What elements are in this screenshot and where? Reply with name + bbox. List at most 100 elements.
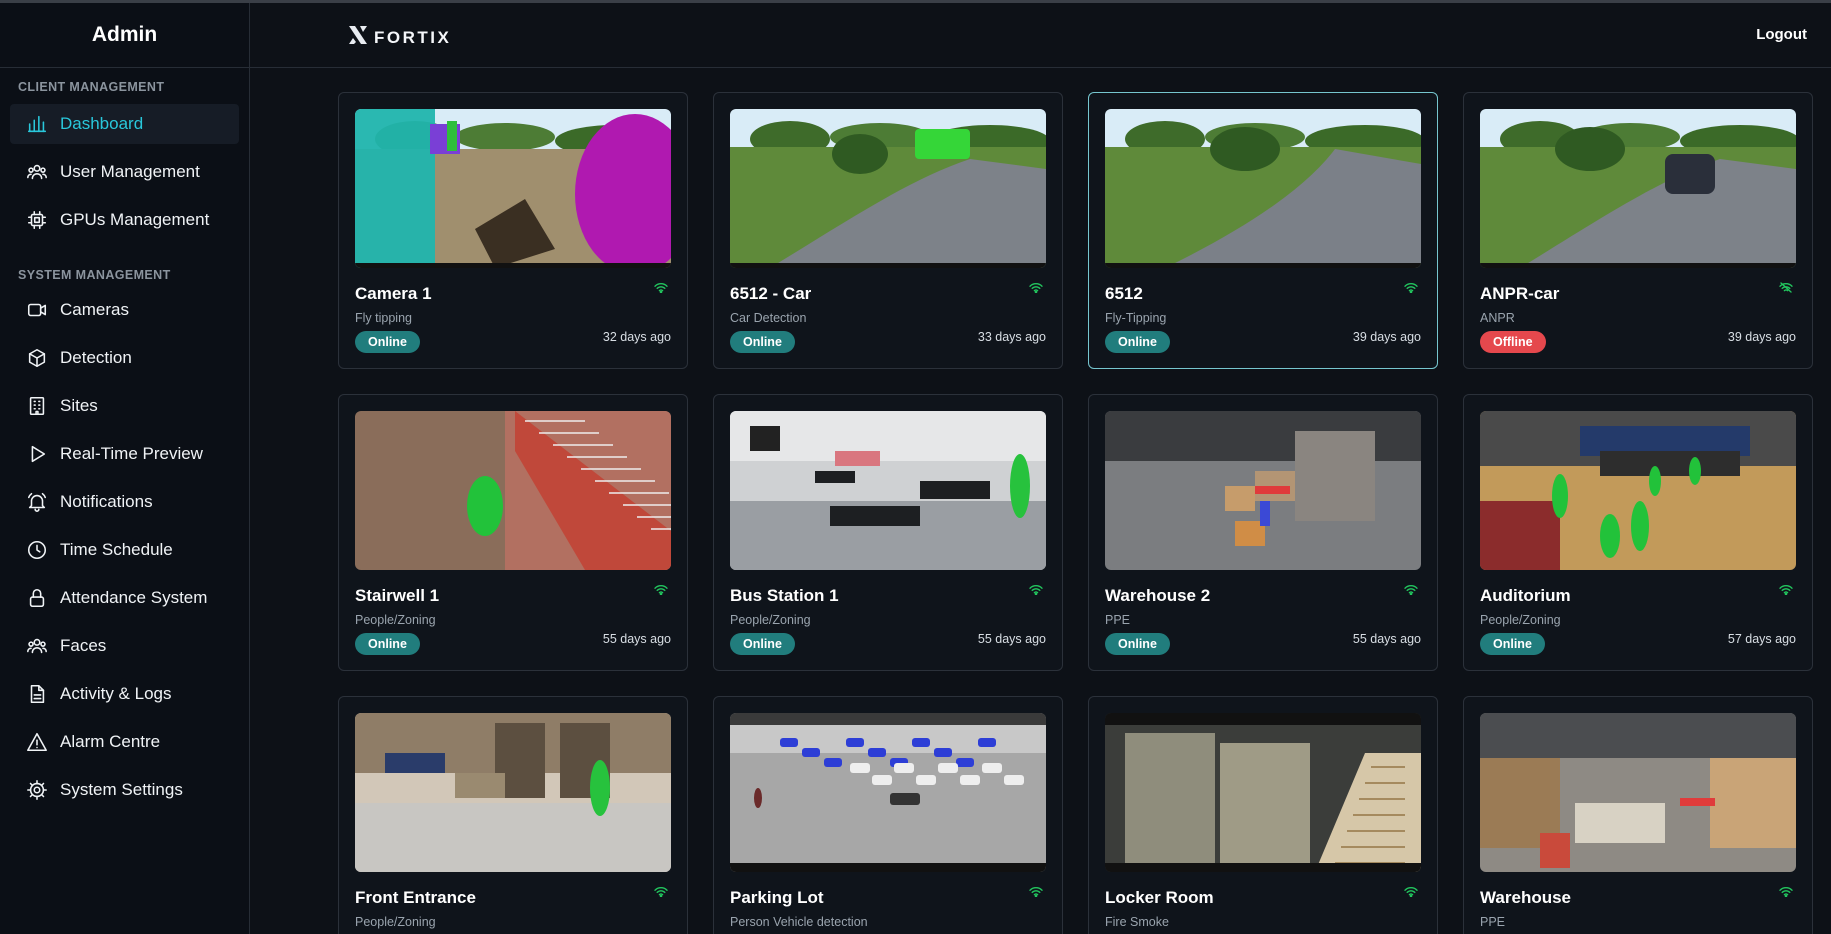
wifi-off-icon — [1779, 282, 1793, 293]
camera-card[interactable]: Front EntrancePeople/ZoningOnline — [338, 696, 688, 934]
camera-card[interactable]: 6512 - Car Car Detection Online 33 days ago — [713, 92, 1063, 369]
camera-name: Warehouse — [1480, 888, 1572, 907]
camera-thumbnail[interactable] — [1480, 109, 1796, 268]
sidebar-item-label: Attendance System — [60, 588, 208, 607]
wifi-icon — [1029, 282, 1043, 293]
sidebar-item-label: Real-Time Preview — [60, 444, 203, 463]
camera-card[interactable]: Parking LotPerson Vehicle detectionOnlin… — [713, 696, 1063, 934]
sidebar-item-cameras[interactable]: Cameras — [10, 290, 239, 330]
camera-name: ANPR-car — [1480, 284, 1560, 303]
status-badge: Online — [1105, 331, 1170, 353]
wifi-icon — [654, 584, 668, 595]
wifi-icon — [1779, 886, 1793, 897]
status-badge: Online — [355, 633, 420, 655]
fortix-logo[interactable]: FORTIX — [346, 23, 451, 52]
sidebar-item-label: User Management — [60, 162, 200, 181]
wifi-icon — [1404, 282, 1418, 293]
lock-icon — [26, 587, 48, 609]
camera-card[interactable]: 6512 Fly-Tipping Online 39 days ago — [1088, 92, 1438, 369]
camera-card[interactable]: Bus Station 1 People/Zoning Online 55 days … — [713, 394, 1063, 671]
camera-thumbnail[interactable] — [1480, 411, 1796, 570]
camera-name: Camera 1 — [355, 284, 432, 303]
logout-button[interactable]: Logout — [1756, 26, 1807, 43]
camera-name: Auditorium — [1480, 586, 1571, 605]
sidebar-item-gpus-management[interactable]: GPUs Management — [10, 200, 239, 240]
status-badge: Online — [1480, 633, 1545, 655]
fortix-logo-text: FORTIX — [374, 27, 452, 47]
sidebar-item-faces[interactable]: Faces — [10, 626, 239, 666]
camera-thumbnail[interactable] — [1105, 713, 1421, 872]
document-icon — [26, 683, 48, 705]
sidebar-item-real-time-preview[interactable]: Real-Time Preview — [10, 434, 239, 474]
sidebar-item-sites[interactable]: Sites — [10, 386, 239, 426]
camera-detection-type: Car Detection — [730, 311, 807, 325]
camera-name: Front Entrance — [355, 888, 476, 907]
camera-card[interactable]: Locker RoomFire SmokeOnline — [1088, 696, 1438, 934]
wifi-icon — [1029, 886, 1043, 897]
sidebar-item-label: Alarm Centre — [60, 732, 161, 751]
video-icon — [26, 299, 48, 321]
camera-detection-type: People/Zoning — [1480, 613, 1561, 627]
sidebar-item-attendance-system[interactable]: Attendance System — [10, 578, 239, 618]
camera-detection-type: Person Vehicle detection — [730, 915, 868, 929]
sidebar-item-label: System Settings — [60, 780, 183, 799]
status-badge: Online — [730, 633, 795, 655]
sidebar-item-label: Faces — [60, 636, 107, 655]
sidebar-item-label: Notifications — [60, 492, 153, 511]
camera-thumbnail[interactable] — [1105, 109, 1421, 268]
wifi-icon — [654, 886, 668, 897]
camera-thumbnail[interactable] — [1105, 411, 1421, 570]
sidebar-brand: Admin — [0, 3, 249, 68]
camera-card[interactable]: Auditorium People/Zoning Online 57 days ago — [1463, 394, 1813, 671]
camera-thumbnail[interactable] — [730, 411, 1046, 570]
sidebar-item-alarm-centre[interactable]: Alarm Centre — [10, 722, 239, 762]
camera-card[interactable]: WarehousePPEOnline — [1463, 696, 1813, 934]
sidebar-item-detection[interactable]: Detection — [10, 338, 239, 378]
sidebar-item-label: Sites — [60, 396, 98, 415]
section-title-client: CLIENT MANAGEMENT — [18, 80, 165, 94]
status-badge: Offline — [1480, 331, 1546, 353]
sidebar-item-user-management[interactable]: User Management — [10, 152, 239, 192]
camera-card[interactable]: Stairwell 1 People/Zoning Online 55 days ag… — [338, 394, 688, 671]
camera-thumbnail[interactable] — [730, 109, 1046, 268]
camera-thumbnail[interactable] — [355, 109, 671, 268]
last-seen: 33 days ago — [977, 330, 1046, 344]
camera-detection-type: Fire Smoke — [1105, 915, 1169, 929]
sidebar-item-time-schedule[interactable]: Time Schedule — [10, 530, 239, 570]
sidebar-item-label: GPUs Management — [60, 210, 210, 229]
camera-grid: Camera 1 Fly tipping Online 32 days ago 6512… — [338, 92, 1813, 934]
sidebar-item-label: Cameras — [60, 300, 129, 319]
camera-thumbnail[interactable] — [1480, 713, 1796, 872]
camera-name: Stairwell 1 — [355, 586, 440, 605]
camera-card[interactable]: Camera 1 Fly tipping Online 32 days ago — [338, 92, 688, 369]
bar-chart-icon — [26, 113, 48, 135]
wifi-icon — [1029, 584, 1043, 595]
sidebar-item-dashboard[interactable]: Dashboard — [10, 104, 239, 144]
camera-thumbnail[interactable] — [355, 411, 671, 570]
last-seen: 57 days ago — [1727, 632, 1796, 646]
status-badge: Online — [355, 331, 420, 353]
camera-thumbnail[interactable] — [730, 713, 1046, 872]
camera-card[interactable]: ANPR-car ANPR Offline 39 days ago — [1463, 92, 1813, 369]
camera-card[interactable]: Warehouse 2 PPE Online 55 days ago — [1088, 394, 1438, 671]
camera-detection-type: People/Zoning — [730, 613, 811, 627]
camera-detection-type: Fly-Tipping — [1105, 311, 1167, 325]
sidebar-item-system-settings[interactable]: System Settings — [10, 770, 239, 810]
sidebar-item-label: Activity & Logs — [60, 684, 172, 703]
camera-detection-type: PPE — [1480, 915, 1506, 929]
sidebar-item-notifications[interactable]: Notifications — [10, 482, 239, 522]
sidebar-item-label: Dashboard — [60, 114, 144, 133]
last-seen: 32 days ago — [602, 330, 671, 344]
sidebar-item-activity-and-logs[interactable]: Activity & Logs — [10, 674, 239, 714]
wifi-icon — [1779, 584, 1793, 595]
status-badge: Online — [730, 331, 795, 353]
faces-icon — [26, 635, 48, 657]
camera-detection-type: People/Zoning — [355, 613, 436, 627]
camera-thumbnail[interactable] — [355, 713, 671, 872]
wifi-icon — [1404, 584, 1418, 595]
play-icon — [26, 443, 48, 465]
camera-name: Locker Room — [1105, 888, 1214, 907]
top-header: FORTIX Logout — [250, 3, 1831, 68]
last-seen: 55 days ago — [602, 632, 671, 646]
camera-name: Bus Station 1 — [730, 586, 839, 605]
